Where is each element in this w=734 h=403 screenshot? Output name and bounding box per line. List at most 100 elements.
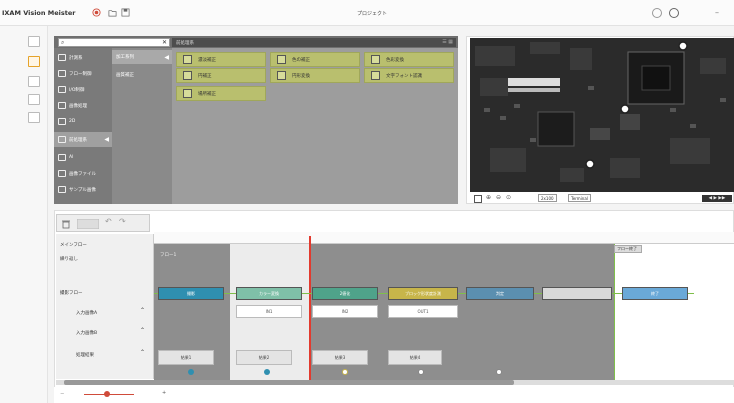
category-label: フロー制御 <box>69 71 92 77</box>
zoom-controls-icon[interactable] <box>77 219 99 229</box>
zoom-slider-knob[interactable] <box>104 391 110 397</box>
fit-icon[interactable] <box>474 195 482 203</box>
flow-end-label: フロー終了 <box>614 245 642 253</box>
flow-node[interactable] <box>542 287 612 300</box>
zoom-in-icon[interactable]: ⊕ <box>486 194 491 201</box>
io-port[interactable]: OUT1 <box>388 305 458 318</box>
rail-icon-1[interactable] <box>28 36 40 47</box>
chevron-up-icon[interactable]: ⌃ <box>140 307 145 314</box>
palette-header-label: 前処理系 <box>176 41 194 46</box>
record-icon[interactable] <box>92 8 101 17</box>
rail-icon-3[interactable] <box>28 76 40 87</box>
subcategory-item[interactable]: 加工系列 ◀ <box>112 50 172 64</box>
camera-image[interactable] <box>470 38 734 192</box>
help-button[interactable] <box>652 8 662 18</box>
flow-toolbar: ↶ ↷ <box>56 214 150 232</box>
tool-icon <box>183 71 192 80</box>
tool-item[interactable]: 円形変換 <box>270 68 360 83</box>
zoom-in-icon[interactable]: + <box>162 390 166 396</box>
category-icon <box>58 54 66 61</box>
rail-icon-5[interactable] <box>28 112 40 123</box>
undo-icon[interactable]: ↶ <box>105 217 112 226</box>
category-label: I/O制御 <box>69 87 85 93</box>
category-icon <box>58 186 66 193</box>
view-toggle-icon[interactable]: ☰ ▦ <box>442 39 453 45</box>
open-folder-icon[interactable] <box>108 8 117 17</box>
status-dot <box>418 369 424 375</box>
minimize-icon[interactable]: – <box>715 8 719 17</box>
category-label: 画像ファイル <box>69 171 96 177</box>
chevron-left-icon: ◀ <box>164 53 169 61</box>
zoom-out-icon[interactable]: － <box>60 391 65 397</box>
result-item[interactable]: 結果4 <box>388 350 442 365</box>
tool-label: 場所補正 <box>198 91 216 97</box>
flow-node[interactable]: 終了 <box>622 287 688 300</box>
result-item[interactable]: 結果2 <box>236 350 292 365</box>
subcategory-label: 画質補正 <box>116 73 134 78</box>
subcategory-label: 加工系列 <box>116 55 134 60</box>
palette-header: 前処理系 ☰ ▦ <box>172 38 456 47</box>
timeline-ruler <box>154 232 734 244</box>
rail-icon-flow[interactable] <box>28 56 40 67</box>
zoom-reset-icon[interactable]: ⊙ <box>506 194 511 201</box>
tool-item[interactable]: 場所補正 <box>176 86 266 101</box>
subcategory-item[interactable]: 画質補正 <box>112 68 172 82</box>
flow-node[interactable]: 撮影 <box>158 287 224 300</box>
mode-select[interactable]: Terminal <box>568 194 591 202</box>
flow-node[interactable]: カラー変換 <box>236 287 302 300</box>
zoom-out-icon[interactable]: ⊖ <box>496 194 501 201</box>
image-toolbar: ⊕ ⊖ ⊙ <box>470 193 734 204</box>
redo-icon[interactable]: ↷ <box>119 217 126 226</box>
category-item[interactable]: フロー制御 <box>54 66 112 81</box>
scrollbar-thumb[interactable] <box>64 380 514 385</box>
chevron-up-icon[interactable]: ⌃ <box>140 349 145 356</box>
tool-item[interactable]: 色の補正 <box>270 52 360 67</box>
category-icon <box>58 118 66 125</box>
palette-search-input[interactable]: ⌕ ✕ <box>58 38 170 47</box>
tool-item[interactable]: 円補正 <box>176 68 266 83</box>
flow-node[interactable]: 2値化 <box>312 287 378 300</box>
category-item[interactable]: 画像処理 <box>54 98 112 113</box>
tool-label: 色の補正 <box>292 57 310 63</box>
user-avatar[interactable] <box>669 8 679 18</box>
repeat-label: 繰り返し <box>60 257 78 262</box>
io-port[interactable]: IN1 <box>236 305 302 318</box>
tool-icon <box>277 71 286 80</box>
clear-icon[interactable]: ✕ <box>162 39 167 46</box>
main-flow-label: メインフロー <box>60 243 87 248</box>
tool-label: 色彩変換 <box>386 57 404 63</box>
chevron-up-icon[interactable]: ⌃ <box>140 327 145 334</box>
flow-node[interactable]: 判定 <box>466 287 534 300</box>
tool-icon <box>277 55 286 64</box>
category-item[interactable]: 前処理系 ◀ <box>54 132 112 147</box>
io-port[interactable]: IN2 <box>312 305 378 318</box>
category-label: 計測系 <box>69 55 83 61</box>
category-item[interactable]: サンプル画像 <box>54 182 112 197</box>
input-b-label: 入力画像B <box>76 331 98 336</box>
flow-node[interactable]: ブロック形状度計測 <box>388 287 458 300</box>
save-icon[interactable] <box>121 8 130 17</box>
result-item[interactable]: 結果3 <box>312 350 368 365</box>
playhead-marker[interactable] <box>309 236 311 382</box>
output-label: 処理結果 <box>76 353 94 358</box>
tool-item[interactable]: 色彩変換 <box>364 52 454 67</box>
delete-icon[interactable] <box>61 219 71 229</box>
category-item[interactable]: 2D <box>54 114 112 129</box>
category-label: サンプル画像 <box>69 187 96 193</box>
result-item[interactable]: 結果1 <box>158 350 214 365</box>
category-label: AI <box>69 155 74 160</box>
category-item[interactable]: 画像ファイル <box>54 166 112 181</box>
status-dot <box>496 369 502 375</box>
category-label: 2D <box>69 119 76 124</box>
category-icon <box>58 70 66 77</box>
tool-icon <box>183 55 192 64</box>
zoom-field[interactable]: 2x100 <box>538 194 557 202</box>
playback-controls[interactable]: ◀ ▶ ▶▶ <box>702 195 732 202</box>
tool-item[interactable]: 濃淡補正 <box>176 52 266 67</box>
tool-item[interactable]: 文字フォント認識 <box>364 68 454 83</box>
category-item[interactable]: AI <box>54 150 112 165</box>
status-dot <box>264 369 270 375</box>
category-item[interactable]: 計測系 <box>54 50 112 65</box>
category-item[interactable]: I/O制御 <box>54 82 112 97</box>
rail-icon-4[interactable] <box>28 94 40 105</box>
